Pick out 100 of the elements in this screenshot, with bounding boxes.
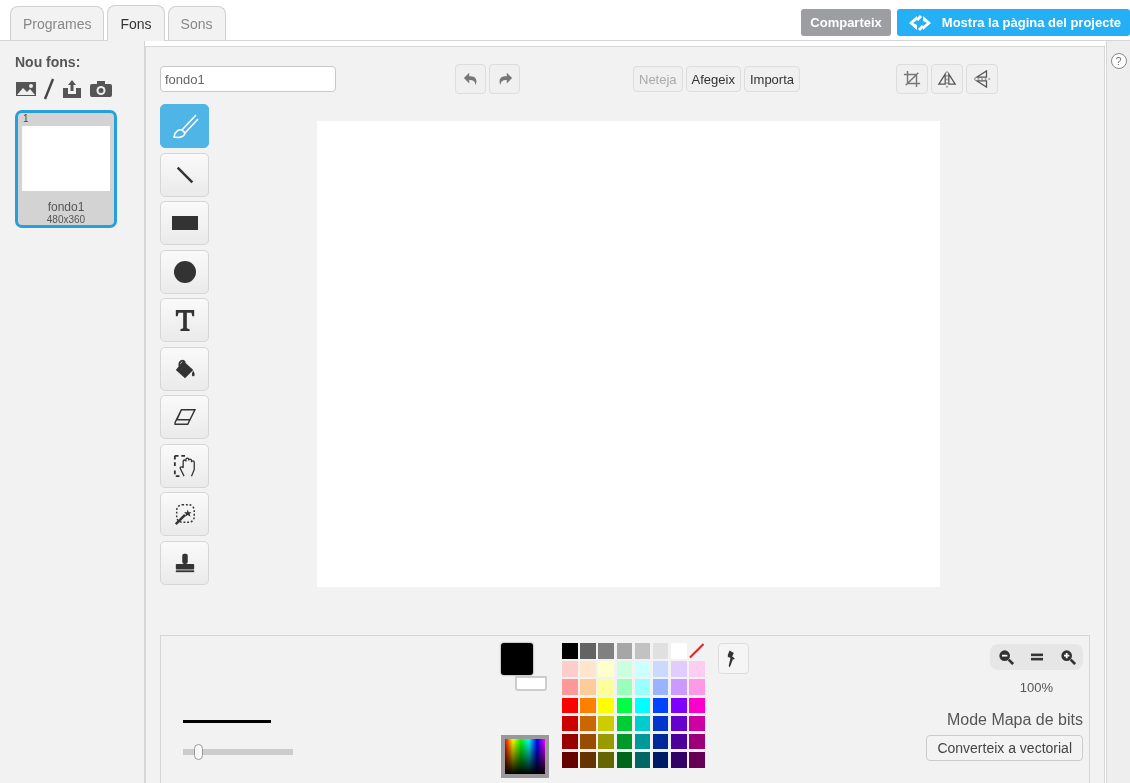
new-backdrop-button[interactable]: [61, 79, 83, 99]
color-swatch[interactable]: [616, 643, 633, 659]
color-swatch[interactable]: [671, 715, 687, 732]
slider-thumb[interactable]: [194, 744, 203, 760]
eraser-icon: [172, 408, 197, 426]
color-swatch[interactable]: [689, 733, 705, 750]
new-backdrop-button[interactable]: [89, 80, 113, 98]
crop-icon: [903, 70, 922, 88]
color-swatch[interactable]: [616, 715, 633, 732]
color-swatch[interactable]: [652, 752, 669, 768]
color-swatch[interactable]: [671, 733, 687, 750]
tool-button[interactable]: [160, 249, 209, 294]
tool-button[interactable]: [160, 201, 209, 245]
text-icon: [173, 308, 196, 332]
color-swatch[interactable]: [634, 697, 651, 714]
toolbar-button[interactable]: Importa: [743, 66, 801, 92]
color-swatch[interactable]: [616, 679, 633, 695]
color-swatch[interactable]: [562, 679, 578, 695]
transform-button[interactable]: [966, 64, 999, 94]
color-swatch[interactable]: [598, 679, 614, 695]
color-swatch[interactable]: [580, 733, 596, 750]
color-swatch[interactable]: [598, 661, 614, 677]
select-hand-icon: [172, 453, 197, 478]
tool-button[interactable]: [160, 540, 209, 585]
color-swatch[interactable]: [671, 679, 687, 695]
tab[interactable]: Fons: [107, 5, 165, 41]
transform-button[interactable]: [896, 64, 929, 94]
zoom-level: 100%: [1019, 680, 1053, 695]
tool-button[interactable]: [160, 443, 209, 488]
flip-horizontal-icon: [937, 69, 958, 89]
section-title: Nou fons:: [15, 54, 82, 70]
camera-icon: [89, 80, 113, 98]
tab[interactable]: Sons: [167, 6, 226, 40]
convert-button[interactable]: Converteix a vectorial: [926, 735, 1083, 761]
color-swatch[interactable]: [616, 733, 633, 750]
color-swatch[interactable]: [671, 752, 687, 768]
tool-button[interactable]: [160, 346, 209, 391]
tool-button[interactable]: [160, 395, 209, 439]
backdrop-thumbnail-card[interactable]: 1 fondo1 480x360: [15, 110, 117, 228]
color-swatch[interactable]: [598, 733, 614, 750]
color-swatch[interactable]: [580, 697, 596, 714]
tool-button[interactable]: [160, 298, 209, 342]
primary-color-swatch[interactable]: [501, 643, 533, 675]
transparent-swatch[interactable]: [689, 643, 705, 659]
color-swatch[interactable]: [689, 752, 705, 768]
secondary-color-swatch[interactable]: [515, 676, 547, 691]
help-button[interactable]: ?: [1110, 53, 1127, 69]
equals-icon: [1029, 651, 1044, 663]
magic-wand-icon: [172, 502, 197, 526]
color-swatch[interactable]: [616, 752, 633, 768]
color-swatch[interactable]: [562, 715, 578, 732]
color-swatch[interactable]: [634, 679, 651, 695]
color-swatch[interactable]: [562, 661, 578, 677]
color-swatch[interactable]: [580, 679, 596, 695]
color-swatch[interactable]: [598, 697, 614, 714]
color-swatch[interactable]: [580, 643, 596, 659]
color-swatch[interactable]: [598, 752, 614, 768]
color-swatch[interactable]: [634, 733, 651, 750]
color-swatch[interactable]: [652, 661, 669, 677]
new-backdrop-button[interactable]: [43, 78, 55, 100]
color-swatch[interactable]: [652, 679, 669, 695]
color-swatch[interactable]: [652, 733, 669, 750]
color-swatch[interactable]: [562, 752, 578, 768]
toolbar-button[interactable]: Afegeix: [685, 66, 741, 92]
color-swatch[interactable]: [634, 715, 651, 732]
color-swatch[interactable]: [580, 752, 596, 768]
color-swatch[interactable]: [598, 643, 614, 659]
color-swatch[interactable]: [580, 661, 596, 677]
tab[interactable]: Programes: [10, 6, 105, 40]
color-swatch[interactable]: [634, 752, 651, 768]
color-swatch[interactable]: [616, 661, 633, 677]
color-swatch[interactable]: [652, 697, 669, 714]
color-swatch[interactable]: [580, 715, 596, 732]
color-swatch[interactable]: [616, 697, 633, 714]
color-swatch[interactable]: [562, 643, 578, 659]
zoom-out-icon: [997, 649, 1014, 665]
redo-button[interactable]: [489, 64, 520, 94]
undo-button[interactable]: [455, 64, 486, 94]
backdrop-number: 1: [23, 113, 29, 126]
color-swatch[interactable]: [652, 715, 669, 732]
backdrop-name-field[interactable]: fondo1: [160, 66, 336, 92]
color-swatch[interactable]: [671, 697, 687, 714]
color-swatch[interactable]: [689, 697, 705, 714]
stamp-icon: [173, 551, 196, 574]
color-swatch[interactable]: [562, 697, 578, 714]
new-backdrop-button[interactable]: [15, 80, 37, 98]
no-color-icon: [689, 643, 705, 659]
color-swatch[interactable]: [562, 733, 578, 750]
color-swatch[interactable]: [598, 715, 614, 732]
color-swatch[interactable]: [671, 661, 687, 677]
color-swatch[interactable]: [689, 715, 705, 732]
color-swatch[interactable]: [689, 679, 705, 695]
transform-button[interactable]: [931, 64, 964, 94]
color-swatch[interactable]: [634, 643, 651, 659]
color-swatch[interactable]: [634, 661, 651, 677]
color-picker-button[interactable]: [501, 735, 549, 778]
eyedropper-button[interactable]: [717, 643, 749, 674]
image-icon: [15, 80, 37, 98]
color-swatch[interactable]: [689, 661, 705, 677]
tool-button[interactable]: [160, 492, 209, 536]
